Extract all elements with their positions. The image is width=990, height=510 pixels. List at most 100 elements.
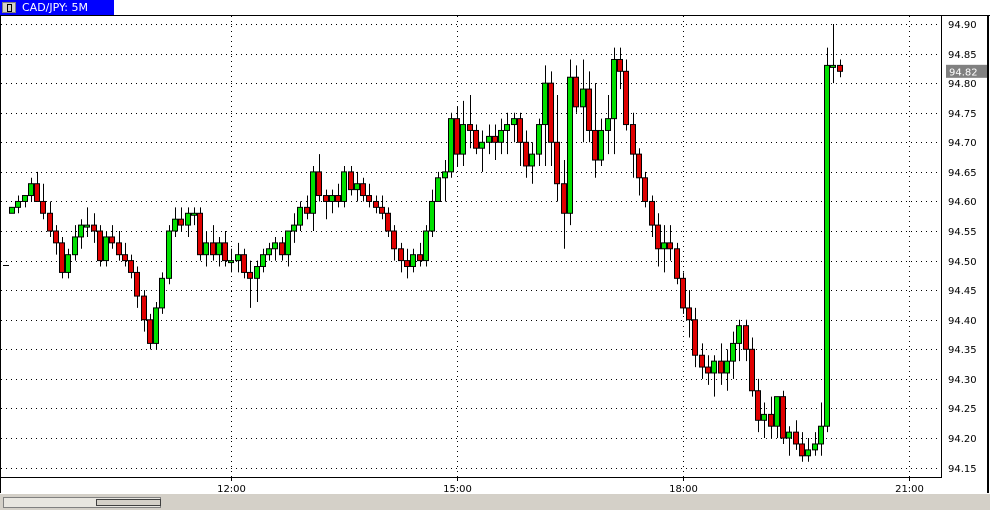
y-tick-label: 94.20 xyxy=(948,434,977,445)
candle-body xyxy=(623,70,629,126)
y-tick-label: 94.40 xyxy=(948,316,977,327)
y-tick-label: 94.60 xyxy=(948,197,977,208)
chart-top-border xyxy=(0,15,990,16)
candle-body xyxy=(774,396,780,427)
y-tick-label: 94.55 xyxy=(948,227,977,238)
x-axis-line xyxy=(0,477,941,478)
candle-body xyxy=(743,325,749,350)
candle-body xyxy=(586,88,592,131)
chart-tab[interactable]: CAD/JPY: 5M xyxy=(0,0,114,15)
candle-body xyxy=(304,206,310,214)
y-axis-line xyxy=(941,15,942,478)
candle-body xyxy=(59,242,65,273)
y-tick-label: 94.50 xyxy=(948,257,977,268)
chart-window: 12:00 15:00 18:00 21:00 94.90 94.85 94.80 94.7… xyxy=(0,0,990,510)
candle-body xyxy=(718,360,724,374)
candle-body xyxy=(793,431,799,445)
left-marker xyxy=(3,265,9,266)
candle-body xyxy=(103,236,109,262)
candle-body xyxy=(329,195,335,202)
x-tick-label: 12:00 xyxy=(217,484,246,493)
candle-body xyxy=(404,260,410,268)
candlestick-chart[interactable]: 12:00 15:00 18:00 21:00 94.90 94.85 94.80 94.7… xyxy=(0,0,990,493)
candle-body xyxy=(805,449,811,457)
candle-body xyxy=(197,212,203,256)
candle-body xyxy=(141,295,147,321)
y-tick-label: 94.15 xyxy=(948,464,977,475)
candle-body xyxy=(818,425,824,445)
candle-body xyxy=(172,218,178,232)
candle-body xyxy=(435,177,441,202)
candle-body xyxy=(297,206,303,226)
candle-body xyxy=(529,153,535,167)
candle-body xyxy=(291,224,297,232)
candle-body xyxy=(34,183,40,202)
candle-body xyxy=(147,319,153,344)
candle-body xyxy=(630,124,636,155)
candle-body xyxy=(780,396,786,439)
candle-body xyxy=(454,118,460,155)
candle-body xyxy=(285,230,291,256)
chart-window-icon xyxy=(2,2,16,13)
candle-body xyxy=(492,135,498,143)
current-price-label: 94.82 xyxy=(949,67,978,78)
candle-body xyxy=(72,236,78,256)
candle-body xyxy=(730,342,736,362)
y-tick-label: 94.70 xyxy=(948,138,977,149)
candle-body xyxy=(109,236,115,244)
candle-body xyxy=(254,266,260,279)
candle-body xyxy=(812,443,818,451)
candle-body xyxy=(523,141,529,167)
candle-body xyxy=(53,230,59,244)
scrollbar-track[interactable] xyxy=(3,497,161,508)
candle-body xyxy=(548,82,554,143)
x-tick-label: 15:00 xyxy=(443,484,472,493)
candle-body xyxy=(153,307,159,344)
current-price-tag: 94.82 xyxy=(946,64,987,78)
candle-body xyxy=(241,254,247,273)
candle-body xyxy=(686,307,692,321)
candle-body xyxy=(417,254,423,262)
scrollbar-thumb[interactable] xyxy=(96,499,161,506)
candle-body xyxy=(786,431,792,439)
candle-body xyxy=(504,124,510,131)
candle-body xyxy=(799,443,805,457)
candle-body xyxy=(649,200,655,226)
candle-body xyxy=(460,124,466,155)
candle-body xyxy=(354,183,360,191)
candle-body xyxy=(486,135,492,143)
candle-body xyxy=(605,118,611,131)
chart-tab-label: CAD/JPY: 5M xyxy=(22,1,88,14)
grid-lines xyxy=(1,16,941,481)
candle-body xyxy=(661,242,667,250)
candle-body xyxy=(191,212,197,216)
y-tick-label: 94.45 xyxy=(948,286,977,297)
candle-body xyxy=(511,118,517,126)
candle-body xyxy=(310,171,316,214)
candle-body xyxy=(699,354,705,368)
candle-body xyxy=(423,230,429,262)
candle-body xyxy=(97,230,103,262)
candle-body xyxy=(272,242,278,250)
candle-body xyxy=(28,183,34,197)
candle-body xyxy=(385,212,391,232)
candle-body xyxy=(636,153,642,179)
candle-body xyxy=(178,218,184,226)
candle-body xyxy=(692,319,698,356)
candle-body xyxy=(373,200,379,208)
horizontal-scrollbar[interactable] xyxy=(0,493,990,510)
candle-body xyxy=(15,200,21,208)
candle-body xyxy=(134,271,140,297)
candle-body xyxy=(366,195,372,202)
candle-body xyxy=(78,224,84,238)
candle-body xyxy=(567,76,573,214)
candle-body xyxy=(379,206,385,214)
candle-body xyxy=(22,195,28,202)
candle-body xyxy=(755,390,761,421)
candle-body xyxy=(185,212,191,226)
candle-body xyxy=(592,129,598,161)
candle-body xyxy=(711,360,717,374)
candle-body xyxy=(467,124,473,131)
chart-right-border xyxy=(987,15,989,493)
candle-body xyxy=(749,348,755,392)
